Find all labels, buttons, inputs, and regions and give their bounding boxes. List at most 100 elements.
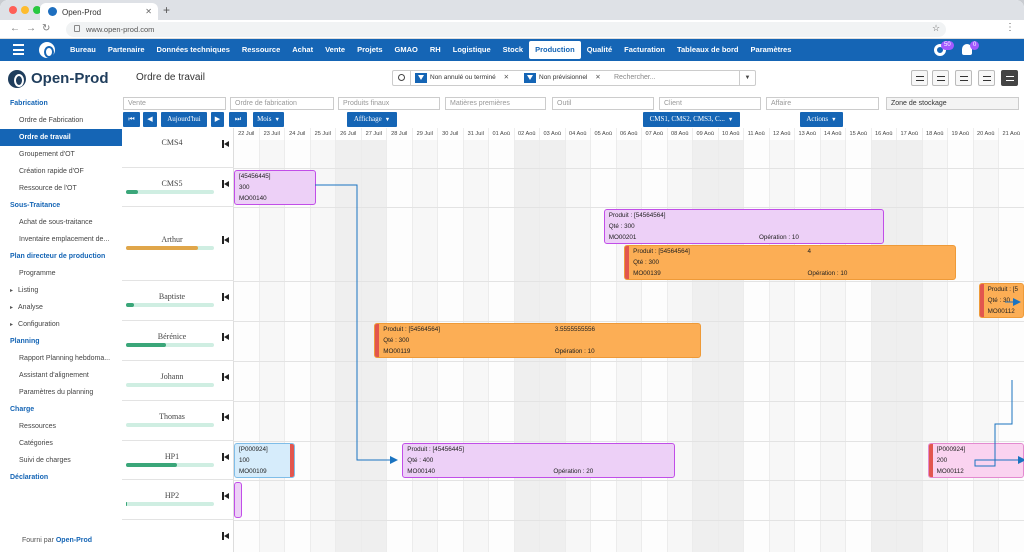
sidebar-item-ordre-de-travail[interactable]: Ordre de travail [0, 129, 122, 146]
nav-item-projets[interactable]: Projets [351, 39, 388, 61]
display-dropdown[interactable]: Affichage ▼ [347, 112, 397, 127]
new-tab-icon[interactable]: + [163, 3, 170, 17]
resource-filter-dropdown[interactable]: CMS1, CMS2, CMS3, C... ▼ [643, 112, 740, 127]
nav-item-parametres[interactable]: Paramètres [745, 39, 798, 61]
search-icon[interactable] [393, 71, 411, 85]
pin-resource-icon[interactable] [222, 413, 230, 421]
sidebar-item-ressource-de-l-ot[interactable]: Ressource de l'OT [0, 180, 122, 197]
nav-item-achat[interactable]: Achat [286, 39, 319, 61]
next-button[interactable]: ▶ [211, 112, 224, 127]
first-page-button[interactable]: ⏮ [123, 112, 140, 127]
filter-client[interactable]: Client [659, 97, 761, 110]
browser-menu-icon[interactable]: ⋮ [1005, 22, 1015, 33]
url-field[interactable]: www.open-prod.com [66, 22, 946, 37]
actions-dropdown[interactable]: Actions ▼ [800, 112, 843, 127]
table-view-button[interactable] [978, 70, 995, 86]
reload-icon[interactable]: ↻ [42, 23, 50, 34]
sidebar-item-groupement-d-ot[interactable]: Groupement d'OT [0, 146, 122, 163]
footer-brand[interactable]: Open-Prod [56, 537, 92, 544]
filter-raw-materials[interactable]: Matières premières [445, 97, 546, 110]
close-window-dot[interactable] [9, 6, 17, 14]
nav-item-bureau[interactable]: Bureau [64, 39, 102, 61]
nav-item-rh[interactable]: RH [424, 39, 447, 61]
app-logo-icon[interactable] [39, 42, 55, 58]
kanban-view-button[interactable] [955, 70, 972, 86]
filter-chip-status[interactable]: Non annulé ou terminé ✕ [415, 73, 509, 83]
pin-resource-icon[interactable] [222, 452, 230, 461]
pin-resource-icon[interactable] [222, 532, 230, 540]
remove-filter-icon[interactable]: ✕ [595, 74, 600, 81]
nav-item-vente[interactable]: Vente [319, 39, 351, 61]
task-accent-strip [979, 284, 984, 317]
work-order-task[interactable] [234, 482, 242, 518]
sidebar-item-analyse[interactable]: Analyse [0, 299, 122, 316]
filter-tool[interactable]: Outil [552, 97, 654, 110]
close-tab-icon[interactable]: ✕ [145, 7, 152, 16]
filter-storage-zone[interactable]: Zone de stockage [886, 97, 1019, 110]
remove-filter-icon[interactable]: ✕ [504, 74, 509, 81]
work-order-task[interactable]: Produit : [45456445] Qté : 400 MO00140 Opér… [402, 443, 676, 478]
pin-resource-icon[interactable] [222, 236, 230, 244]
pin-resource-icon[interactable] [222, 373, 230, 381]
minimize-window-dot[interactable] [21, 6, 29, 14]
nav-item-qualite[interactable]: Qualité [581, 39, 618, 61]
filter-final-products[interactable]: Produits finaux [338, 97, 440, 110]
day-header: 31 Juil [464, 128, 489, 140]
filter-chip-forecast[interactable]: Non prévisionnel ✕ [524, 73, 601, 83]
sidebar-item-configuration[interactable]: Configuration [0, 316, 122, 333]
sidebar-item-ressources[interactable]: Ressources [0, 418, 122, 435]
sidebar-item-listing[interactable]: Listing [0, 282, 122, 299]
sidebar-item-programme[interactable]: Programme [0, 265, 122, 282]
work-order-task[interactable]: Produit : [54564564] Qté : 300 MO00201 Opér… [603, 209, 885, 244]
nav-item-gmao[interactable]: GMAO [389, 39, 424, 61]
filter-manufacturing-order[interactable]: Ordre de fabrication [230, 97, 334, 110]
nav-item-tableaux-de-bord[interactable]: Tableaux de bord [671, 39, 745, 61]
gantt-view-button[interactable] [1001, 70, 1018, 86]
previous-button[interactable]: ◀ [143, 112, 157, 127]
scale-dropdown[interactable]: Mois ▼ [253, 112, 284, 127]
day-header: 24 Juil [285, 128, 311, 140]
pin-resource-icon[interactable] [222, 333, 230, 341]
sidebar-item-inventaire-emplacement-de[interactable]: Inventaire emplacement de... [0, 231, 122, 248]
last-page-button[interactable]: ⏭ [229, 112, 247, 127]
hamburger-menu-icon[interactable] [13, 44, 24, 55]
sidebar-item-23[interactable] [0, 486, 122, 503]
work-order-task[interactable]: Produit : [54564564] Qté : 300 MO00139 4 Opé… [624, 245, 956, 280]
sidebar-item-assistant-d-alignement[interactable]: Assistant d'alignement [0, 367, 122, 384]
nav-item-facturation[interactable]: Facturation [618, 39, 671, 61]
work-order-task[interactable]: [P000924] 200 MO00112 [927, 443, 1024, 478]
filter-business[interactable]: Affaire [766, 97, 879, 110]
nav-item-production[interactable]: Production [529, 41, 581, 59]
bookmark-star-icon[interactable]: ☆ [932, 23, 940, 34]
forward-icon[interactable]: → [26, 23, 36, 34]
sidebar-item-rapport-planning-hebdoma[interactable]: Rapport Planning hebdoma... [0, 350, 122, 367]
pin-resource-icon[interactable] [222, 140, 230, 148]
sidebar-item-suivi-de-charges[interactable]: Suivi de charges [0, 452, 122, 469]
list-view-button[interactable] [911, 70, 928, 86]
filter-sale[interactable]: Vente [123, 97, 226, 110]
sidebar-item-ordre-de-fabrication[interactable]: Ordre de Fabrication [0, 112, 122, 129]
nav-item-logistique[interactable]: Logistique [447, 39, 497, 61]
back-icon[interactable]: ← [10, 23, 20, 34]
browser-tab[interactable]: Open-Prod ✕ [40, 3, 158, 20]
search-dropdown-icon[interactable]: ▼ [739, 71, 755, 85]
pin-resource-icon[interactable] [222, 492, 230, 500]
today-button[interactable]: Aujourd'hui [161, 112, 207, 127]
work-order-task[interactable]: [45456445] 300 MO00140 [234, 170, 316, 205]
nav-item-partenaire[interactable]: Partenaire [102, 39, 151, 61]
task-line: Produit : [45456445] [407, 446, 465, 453]
sidebar-item-categories[interactable]: Catégories [0, 435, 122, 452]
nav-item-donnees-techniques[interactable]: Données techniques [151, 39, 236, 61]
pin-resource-icon[interactable] [222, 293, 230, 301]
sidebar-item-achat-de-sous-traitance[interactable]: Achat de sous-traitance [0, 214, 122, 231]
sidebar-item-parametres-du-planning[interactable]: Paramètres du planning [0, 384, 122, 401]
nav-item-stock[interactable]: Stock [497, 39, 529, 61]
pin-resource-icon[interactable] [222, 179, 230, 188]
work-order-task[interactable]: Produit : [54564564] Qté : 300 MO00119 3.55… [374, 323, 701, 358]
form-view-button[interactable] [932, 70, 949, 86]
sidebar-item-creation-rapide-d-of[interactable]: Création rapide d'OF [0, 163, 122, 180]
nav-item-ressource[interactable]: Ressource [236, 39, 286, 61]
search-input[interactable]: Rechercher... [614, 74, 656, 81]
work-order-task[interactable]: Produit : [5 Qté : 30 MO00112 [978, 283, 1024, 318]
work-order-task[interactable]: [P000924] 100 MO00109 [234, 443, 296, 478]
